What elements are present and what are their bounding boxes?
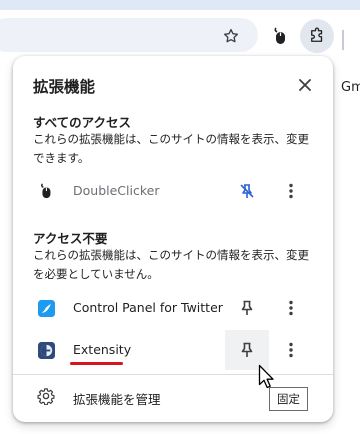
extension-name: Extensity — [73, 342, 132, 357]
extensity-icon — [37, 341, 55, 359]
popup-title: 拡張機能 — [33, 78, 96, 96]
section-heading-no-access: アクセス不要 — [33, 231, 108, 246]
tooltip: 固定 — [269, 387, 308, 411]
close-button[interactable] — [293, 73, 317, 97]
section-heading-full-access: すべてのアクセス — [33, 115, 132, 130]
control-panel-bird-icon — [37, 299, 55, 317]
manage-extensions-label: 拡張機能を管理 — [73, 392, 161, 407]
extension-name: DoubleClicker — [73, 183, 160, 198]
bookmark-star-icon[interactable] — [220, 25, 242, 47]
pinned-pin-icon — [240, 184, 254, 198]
doubleclicker-toolbar-icon[interactable] — [269, 25, 291, 47]
more-options-button[interactable] — [279, 179, 303, 203]
gear-icon — [37, 388, 55, 405]
extension-row-doubleclicker[interactable]: DoubleClicker — [13, 171, 333, 211]
close-icon — [299, 79, 311, 91]
more-options-button[interactable] — [279, 296, 303, 320]
extension-row-control-panel-for-twitter[interactable]: Control Panel for Twitter — [13, 288, 333, 328]
page-text-fragment: Gm — [341, 80, 360, 95]
tab-strip — [0, 0, 360, 10]
unpin-button[interactable] — [225, 171, 269, 211]
pin-icon — [241, 342, 253, 357]
divider — [13, 374, 333, 375]
mouse-icon — [37, 182, 55, 200]
pin-button[interactable] — [225, 288, 269, 328]
extensions-puzzle-button[interactable] — [300, 19, 334, 53]
section-description-no-access: これらの拡張機能は、このサイトの情報を表示、変更を必要としていません。 — [33, 248, 309, 281]
more-vert-icon — [289, 300, 293, 316]
extensions-menu: 拡張機能 すべてのアクセス これらの拡張機能は、このサイトの情報を表示、変更でき… — [13, 56, 333, 422]
toolbar-divider — [342, 30, 344, 50]
extension-name: Control Panel for Twitter — [73, 300, 223, 315]
browser-toolbar — [0, 10, 360, 58]
pin-icon — [241, 300, 253, 315]
section-description-full-access: これらの拡張機能は、このサイトの情報を表示、変更できます。 — [33, 132, 309, 165]
annotation-underline — [70, 362, 123, 365]
more-vert-icon — [289, 183, 293, 199]
more-vert-icon — [289, 342, 293, 358]
more-options-button[interactable] — [279, 338, 303, 362]
extensions-puzzle-icon — [311, 27, 323, 42]
extension-row-extensity[interactable]: Extensity — [13, 330, 333, 370]
